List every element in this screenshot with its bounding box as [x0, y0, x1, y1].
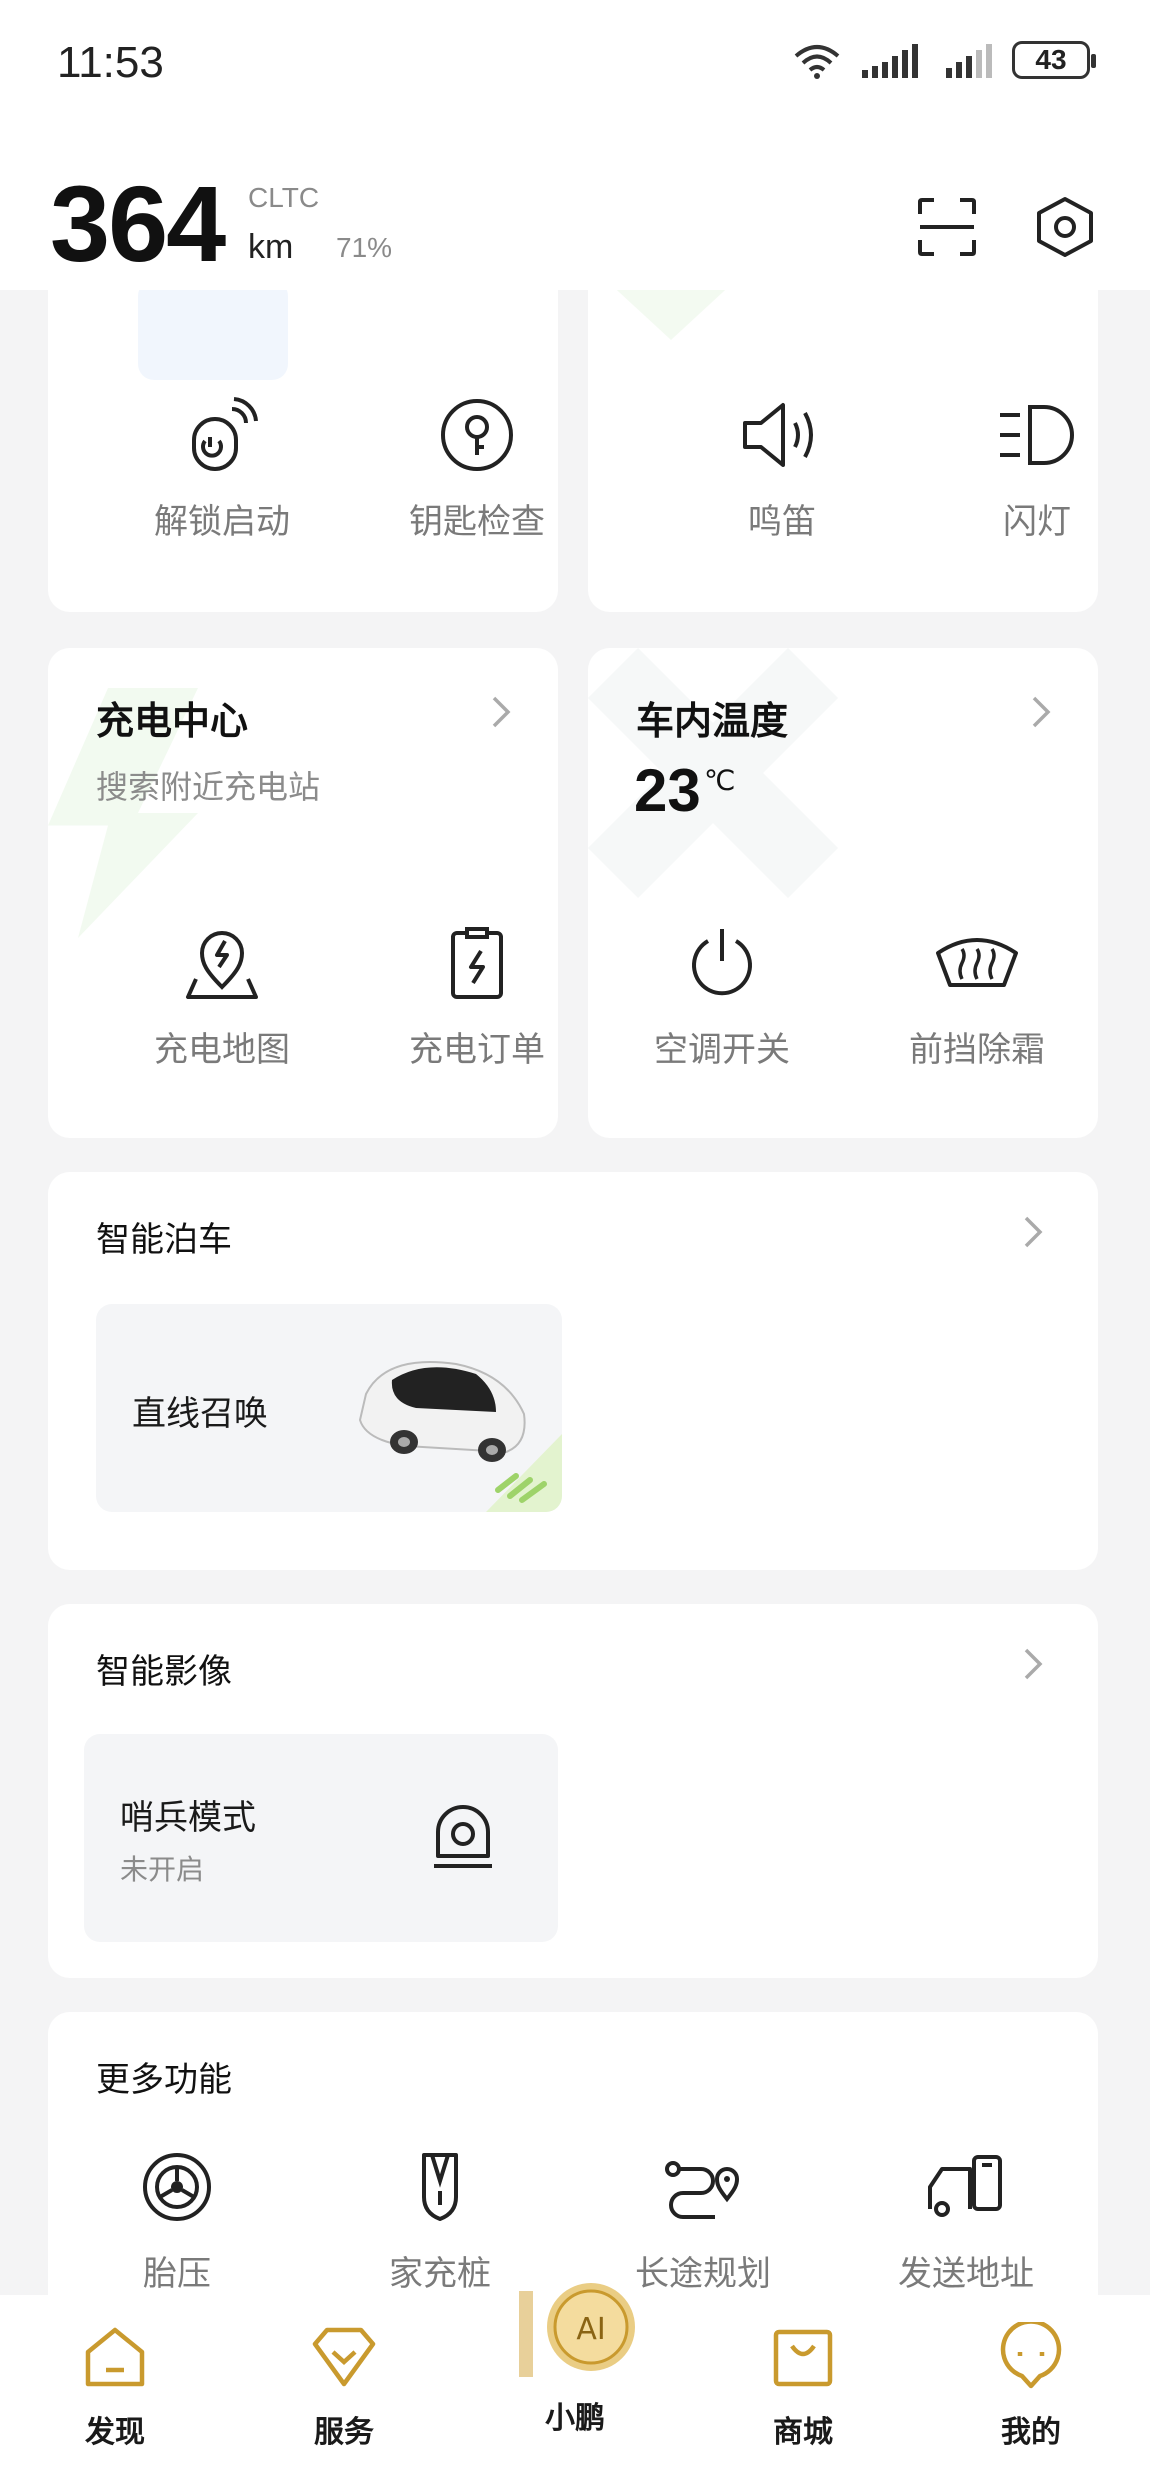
tire-icon: [143, 2153, 211, 2221]
charge-order-icon: [451, 927, 503, 999]
action-horn[interactable]: 鸣笛: [672, 390, 892, 543]
tile-status: 未开启: [120, 1853, 205, 1886]
action-charge-orders[interactable]: 充电订单: [367, 918, 558, 1071]
action-charge-map[interactable]: 充电地图: [112, 918, 332, 1071]
action-key-check[interactable]: 钥匙检查: [367, 390, 558, 543]
scan-button[interactable]: [912, 192, 982, 262]
action-ac-toggle[interactable]: 空调开关: [612, 918, 832, 1071]
send-address-icon: [928, 2155, 1002, 2217]
action-label: 解锁启动: [154, 502, 290, 542]
feature-tire-pressure[interactable]: 胎压: [67, 2142, 287, 2295]
sentry-camera-icon: [434, 1805, 492, 1868]
signal-icon-secondary: [946, 44, 992, 78]
action-label: 鸣笛: [748, 502, 816, 542]
range-unit: km: [248, 228, 294, 266]
nav-service[interactable]: 服务: [269, 2317, 419, 2451]
profile-icon: [1000, 2322, 1062, 2389]
status-bar: 11:53 43: [0, 0, 1150, 140]
card-watermark: [138, 290, 288, 380]
vehicle-key-card: 解锁启动 钥匙检查: [48, 290, 558, 612]
straight-summon-tile[interactable]: 直线召唤: [96, 1304, 562, 1512]
ai-badge: AI: [576, 2312, 605, 2347]
cabin-temp-value: 23: [634, 757, 701, 824]
vehicle-control-card: 鸣笛 闪灯: [588, 290, 1098, 612]
key-icon: [441, 399, 513, 471]
service-icon: [312, 2327, 376, 2387]
nav-label: 商城: [773, 2415, 833, 2450]
action-label: 发送地址: [898, 2254, 1034, 2294]
sentry-mode-tile[interactable]: 哨兵模式 未开启: [84, 1734, 558, 1942]
chevron-right-icon[interactable]: [1018, 1644, 1048, 1684]
status-time: 11:53: [57, 38, 164, 87]
nav-shop[interactable]: 商城: [728, 2317, 878, 2451]
action-label: 空调开关: [654, 1030, 790, 1070]
action-label: 充电地图: [154, 1030, 290, 1070]
card-watermark: [606, 290, 736, 340]
nav-label: 我的: [1001, 2415, 1061, 2450]
car-illustration: [358, 1361, 562, 1512]
nav-profile[interactable]: 我的: [956, 2317, 1106, 2451]
action-label: 钥匙检查: [409, 502, 545, 542]
ai-assistant-icon: AI: [519, 2283, 635, 2377]
card-title: 智能泊车: [96, 1220, 232, 1260]
card-subtitle: 搜索附近充电站: [96, 768, 321, 806]
nav-label: 发现: [85, 2415, 145, 2450]
action-label: 闪灯: [1003, 502, 1071, 542]
smart-parking-card: 智能泊车 直线召唤: [48, 1172, 1098, 1570]
charge-map-icon: [186, 931, 258, 999]
smart-imaging-card: 智能影像 哨兵模式 未开启: [48, 1604, 1098, 1978]
action-unlock-start[interactable]: 解锁启动: [112, 390, 332, 543]
wifi-icon: [794, 45, 840, 79]
feature-home-charger[interactable]: 家充桩: [330, 2142, 550, 2295]
bottom-nav: 发现 服务 AI 小鹏 商城 我的: [0, 2283, 1150, 2483]
settings-hex-icon: [1037, 197, 1093, 257]
shop-icon: [773, 2329, 833, 2387]
tile-label: 哨兵模式: [120, 1798, 256, 1838]
chevron-right-icon[interactable]: [1018, 1212, 1048, 1252]
card-title: 车内温度: [636, 699, 789, 743]
settings-button[interactable]: [1030, 192, 1100, 262]
action-flash-lights[interactable]: 闪灯: [927, 390, 1098, 543]
tile-label: 直线召唤: [132, 1394, 268, 1434]
signal-icon: [862, 44, 918, 78]
action-front-defrost[interactable]: 前挡除霜: [867, 918, 1087, 1071]
nav-xpeng[interactable]: AI 小鹏: [500, 2283, 650, 2437]
route-icon: [665, 2161, 740, 2219]
home-icon: [85, 2327, 145, 2387]
card-title: 更多功能: [96, 2060, 232, 2100]
horn-icon: [743, 403, 813, 467]
charging-center-card[interactable]: 充电中心 搜索附近充电站 充电地图 充电订单: [48, 648, 558, 1138]
action-label: 充电订单: [409, 1030, 545, 1070]
action-label: 前挡除霜: [909, 1030, 1045, 1070]
range-header: 364 CLTC km 71%: [0, 140, 1150, 290]
range-standard: CLTC: [248, 182, 320, 213]
nav-discover[interactable]: 发现: [40, 2317, 190, 2451]
scan-icon: [918, 198, 976, 256]
defrost-icon: [936, 938, 1018, 987]
nav-label: 小鹏: [545, 2401, 605, 2436]
cabin-temp-unit: ℃: [704, 764, 736, 797]
chevron-right-icon: [492, 696, 511, 728]
status-icons: 43: [792, 40, 1096, 80]
headlight-icon: [1000, 405, 1074, 465]
remote-key-icon: [192, 397, 258, 471]
card-title: 智能影像: [96, 1652, 232, 1692]
feature-trip-planning[interactable]: 长途规划: [593, 2142, 813, 2295]
chevron-right-icon: [1032, 696, 1051, 728]
action-label: 胎压: [143, 2254, 211, 2294]
home-charger-icon: [422, 2153, 458, 2221]
power-icon: [692, 929, 752, 996]
range-value: 364: [50, 163, 226, 284]
nav-label: 服务: [314, 2415, 374, 2450]
battery-percent: 71%: [336, 232, 393, 263]
battery-indicator: 43: [1012, 41, 1096, 79]
card-title: 充电中心: [96, 699, 249, 743]
feature-send-address[interactable]: 发送地址: [856, 2142, 1076, 2295]
cabin-temp-card[interactable]: 车内温度 23 ℃ 空调开关 前挡除霜: [588, 648, 1098, 1138]
